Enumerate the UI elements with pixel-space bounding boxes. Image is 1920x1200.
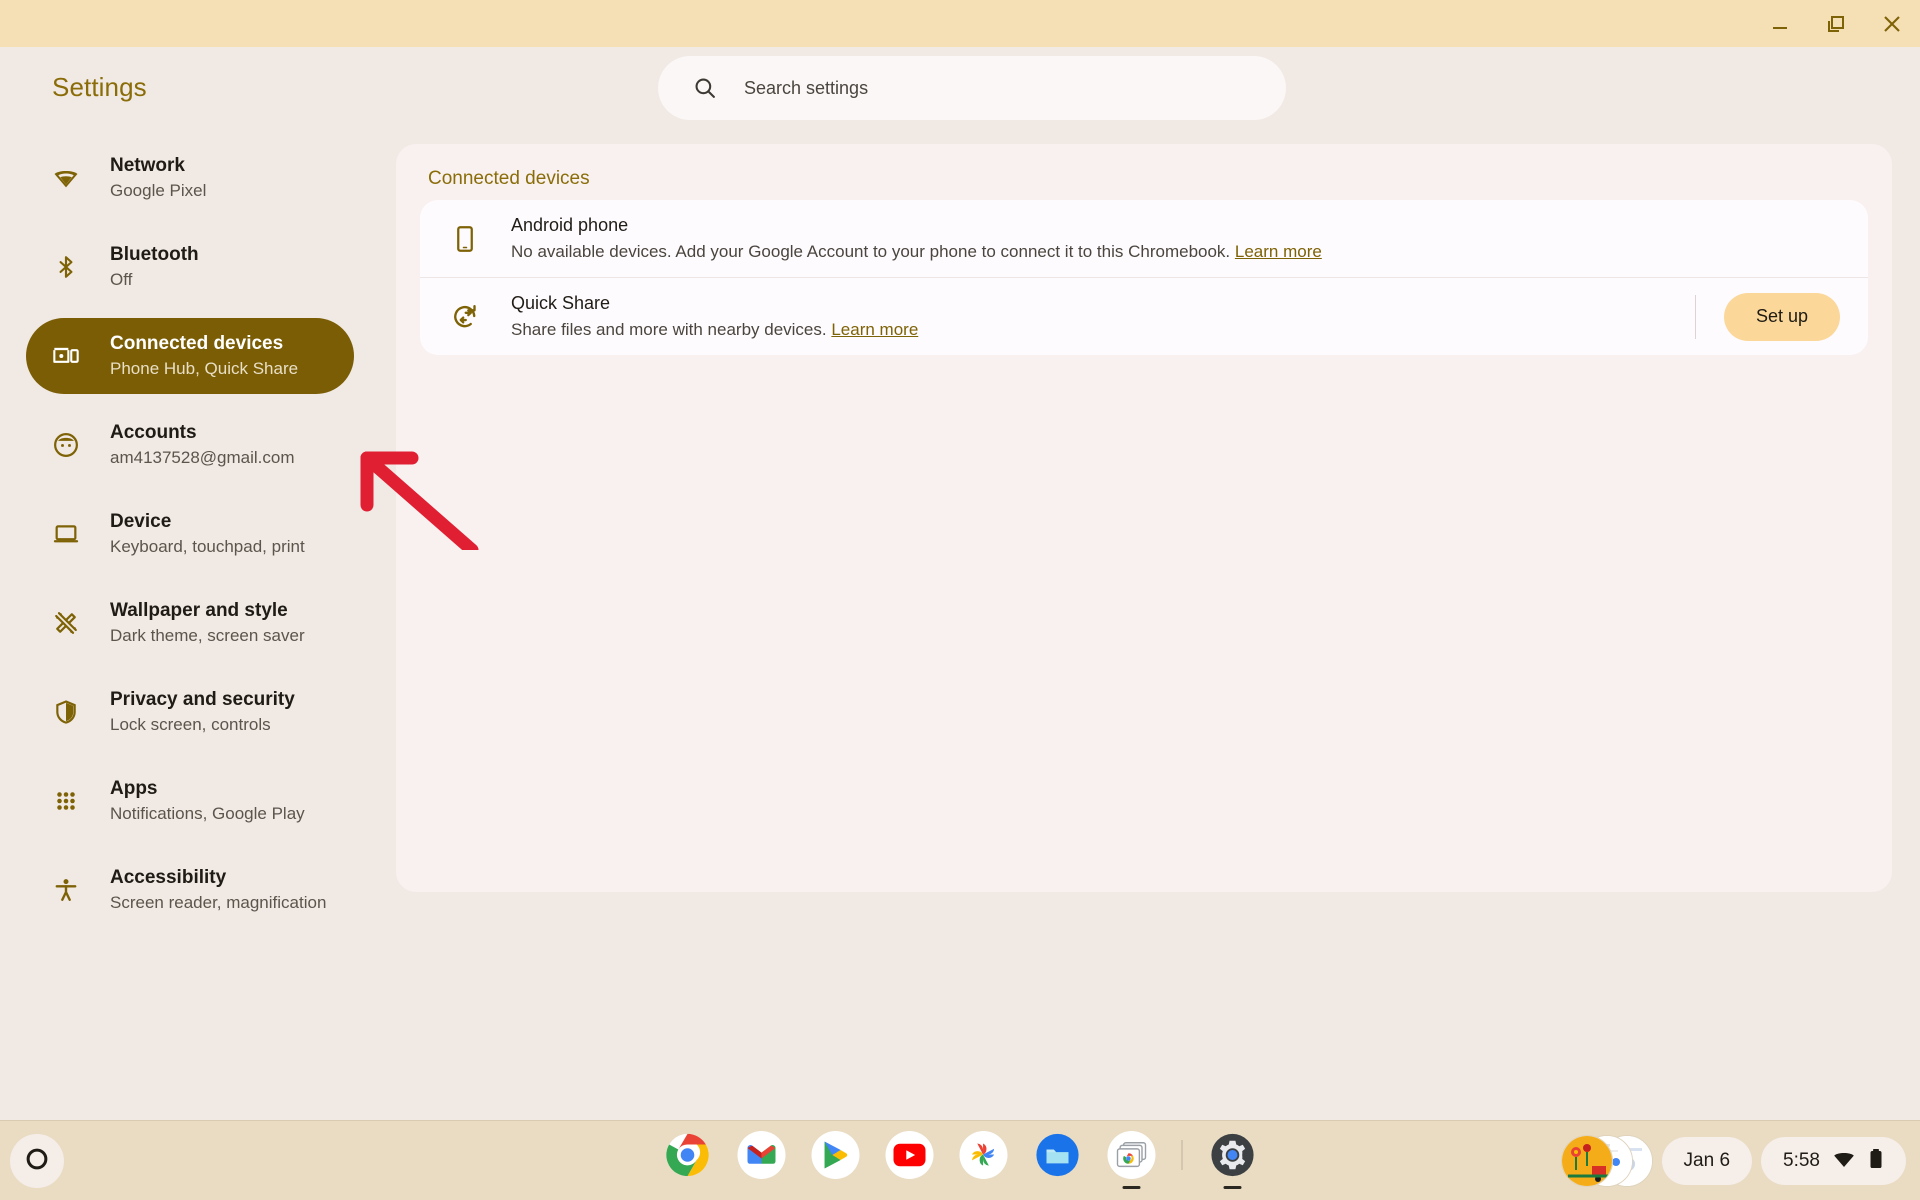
close-button[interactable] [1864, 0, 1920, 47]
time-label: 5:58 [1783, 1150, 1820, 1171]
sidebar-item-sublabel: Phone Hub, Quick Share [110, 359, 299, 378]
sidebar-item-privacy-and-security[interactable]: Privacy and security Lock screen, contro… [26, 674, 354, 750]
sidebar-item-sublabel: Screen reader, magnification [110, 893, 327, 912]
shelf-app-chrome[interactable] [664, 1131, 712, 1179]
status-area: Jan 6 5:58 [1560, 1133, 1906, 1189]
wifi-icon [52, 164, 80, 192]
accessibility-icon [52, 876, 80, 904]
date-label: Jan 6 [1683, 1150, 1731, 1171]
device-description: No available devices. Add your Google Ac… [511, 239, 1868, 265]
quick-share-icon [450, 302, 480, 332]
sidebar-item-sublabel: Dark theme, screen saver [110, 626, 305, 645]
sidebar-item-label: Wallpaper and style [110, 600, 288, 621]
sidebar-item-sublabel: am4137528@gmail.com [110, 448, 295, 467]
device-title: Quick Share [511, 293, 611, 313]
sidebar-item-label: Bluetooth [110, 244, 199, 265]
apps-grid-icon [52, 787, 80, 815]
sidebar-item-wallpaper-and-style[interactable]: Wallpaper and style Dark theme, screen s… [26, 585, 354, 661]
sidebar-item-label: Privacy and security [110, 689, 295, 710]
window-previews[interactable] [1560, 1133, 1653, 1189]
search-bar[interactable] [658, 56, 1286, 120]
device-list: Android phone No available devices. Add … [420, 200, 1868, 355]
sidebar-item-bluetooth[interactable]: Bluetooth Off [26, 229, 354, 305]
learn-more-link[interactable]: Learn more [1235, 242, 1322, 261]
minimize-button[interactable] [1752, 0, 1808, 47]
running-indicator [1223, 1186, 1242, 1189]
android-phone-icon [450, 224, 480, 254]
row-action: Set up [1694, 292, 1868, 341]
brush-ruler-icon [52, 609, 80, 637]
sidebar-item-sublabel: Off [110, 270, 133, 289]
sidebar-item-label: Network [110, 155, 185, 176]
sidebar-item-sublabel: Lock screen, controls [110, 715, 271, 734]
page-title: Settings [52, 72, 147, 102]
learn-more-link[interactable]: Learn more [831, 320, 918, 339]
device-title: Android phone [511, 215, 629, 235]
shelf-app-gmail[interactable] [737, 1131, 786, 1179]
shield-icon [52, 698, 80, 726]
section-title: Connected devices [428, 168, 590, 189]
shelf: Jan 6 5:58 [0, 1120, 1920, 1200]
shelf-app-screen-capture[interactable] [1107, 1131, 1156, 1189]
shelf-app-files[interactable] [1034, 1131, 1082, 1179]
set-up-button[interactable]: Set up [1723, 292, 1840, 341]
sidebar-item-network[interactable]: Network Google Pixel [26, 140, 354, 216]
connected-devices-icon [52, 342, 80, 370]
shelf-app-settings[interactable] [1209, 1131, 1257, 1189]
window-titlebar [0, 0, 1920, 47]
window-preview-thumbnail[interactable] [1560, 1135, 1613, 1187]
restore-button[interactable] [1808, 0, 1864, 47]
settings-sidebar: Network Google Pixel Bluetooth Off Conne… [0, 140, 396, 1120]
device-description-text: No available devices. Add your Google Ac… [511, 242, 1231, 261]
sidebar-item-connected-devices[interactable]: Connected devices Phone Hub, Quick Share [26, 318, 354, 394]
bluetooth-icon [52, 253, 80, 281]
account-icon [52, 431, 80, 459]
sidebar-item-sublabel: Google Pixel [110, 181, 207, 200]
sidebar-item-apps[interactable]: Apps Notifications, Google Play [26, 763, 354, 839]
launcher-button[interactable] [10, 1134, 64, 1188]
launcher-circle-icon [23, 1145, 51, 1178]
shelf-app-photos[interactable] [959, 1131, 1008, 1179]
wifi-full-icon [1832, 1147, 1856, 1176]
desktop: Settings Search settings Network Google … [0, 0, 1920, 1200]
sidebar-item-device[interactable]: Device Keyboard, touchpad, print [26, 496, 354, 572]
system-tray-button[interactable]: 5:58 [1761, 1137, 1906, 1185]
sidebar-item-label: Accounts [110, 422, 197, 443]
settings-window: Settings Search settings Network Google … [0, 0, 1920, 1120]
sidebar-item-accounts[interactable]: Accounts am4137528@gmail.com [26, 407, 354, 483]
sidebar-item-label: Apps [110, 778, 158, 799]
battery-icon [1868, 1147, 1884, 1176]
shelf-app-youtube[interactable] [885, 1131, 934, 1179]
device-row-android-phone[interactable]: Android phone No available devices. Add … [420, 200, 1868, 277]
sidebar-item-label: Device [110, 511, 172, 532]
vertical-divider [1694, 294, 1696, 339]
device-description-text: Share files and more with nearby devices… [511, 320, 827, 339]
search-input[interactable] [744, 68, 1224, 108]
shelf-app-play-store[interactable] [811, 1131, 860, 1179]
device-row-quick-share[interactable]: Quick Share Share files and more with ne… [420, 277, 1868, 355]
sidebar-item-label: Connected devices [110, 333, 284, 354]
shelf-app-list [664, 1131, 1257, 1189]
sidebar-item-accessibility[interactable]: Accessibility Screen reader, magnificati… [26, 852, 354, 928]
running-indicator [1122, 1186, 1141, 1189]
search-icon [692, 75, 718, 101]
sidebar-item-sublabel: Notifications, Google Play [110, 804, 305, 823]
sidebar-item-sublabel: Keyboard, touchpad, print [110, 537, 305, 556]
device-description: Share files and more with nearby devices… [511, 317, 1695, 343]
sidebar-item-label: Accessibility [110, 867, 227, 888]
date-tray-button[interactable]: Jan 6 [1661, 1137, 1753, 1185]
shelf-divider [1181, 1140, 1183, 1170]
laptop-icon [52, 520, 80, 548]
connected-devices-panel: Connected devices Android phone No avail… [396, 144, 1892, 892]
